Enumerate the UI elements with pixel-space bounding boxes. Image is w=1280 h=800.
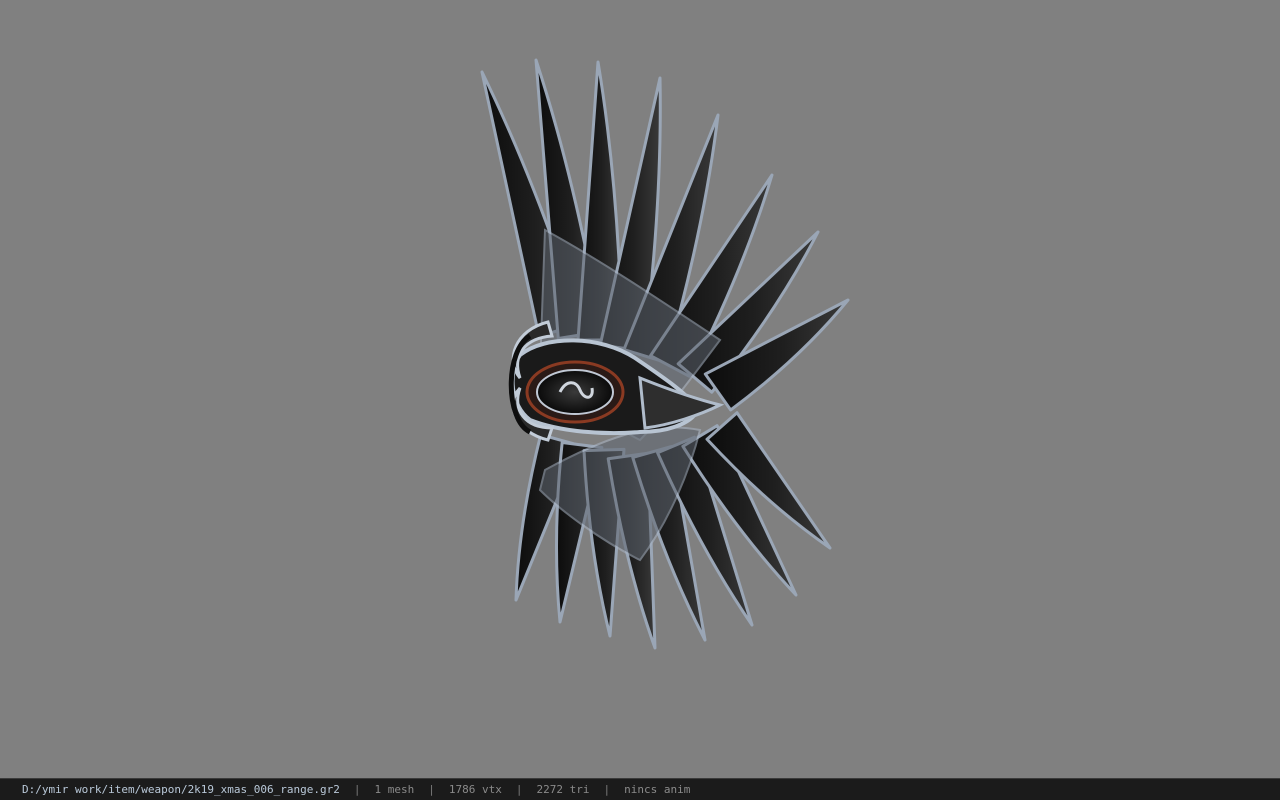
status-separator: | (603, 783, 611, 796)
3d-viewport[interactable] (0, 0, 1280, 778)
status-bar: D:/ymir work/item/weapon/2k19_xmas_006_r… (0, 778, 1280, 800)
mesh-count-label: 1 mesh (374, 783, 415, 796)
status-separator: | (353, 783, 361, 796)
vertex-count-label: 1786 vtx (448, 783, 502, 796)
status-separator: | (515, 783, 523, 796)
status-separator: | (428, 783, 435, 796)
triangle-count-label: 2272 tri (536, 783, 590, 796)
anim-info-label: nincs anim (624, 783, 691, 796)
file-path-label: D:/ymir work/item/weapon/2k19_xmas_006_r… (22, 783, 340, 796)
winged-shield-weapon-icon (480, 58, 850, 650)
